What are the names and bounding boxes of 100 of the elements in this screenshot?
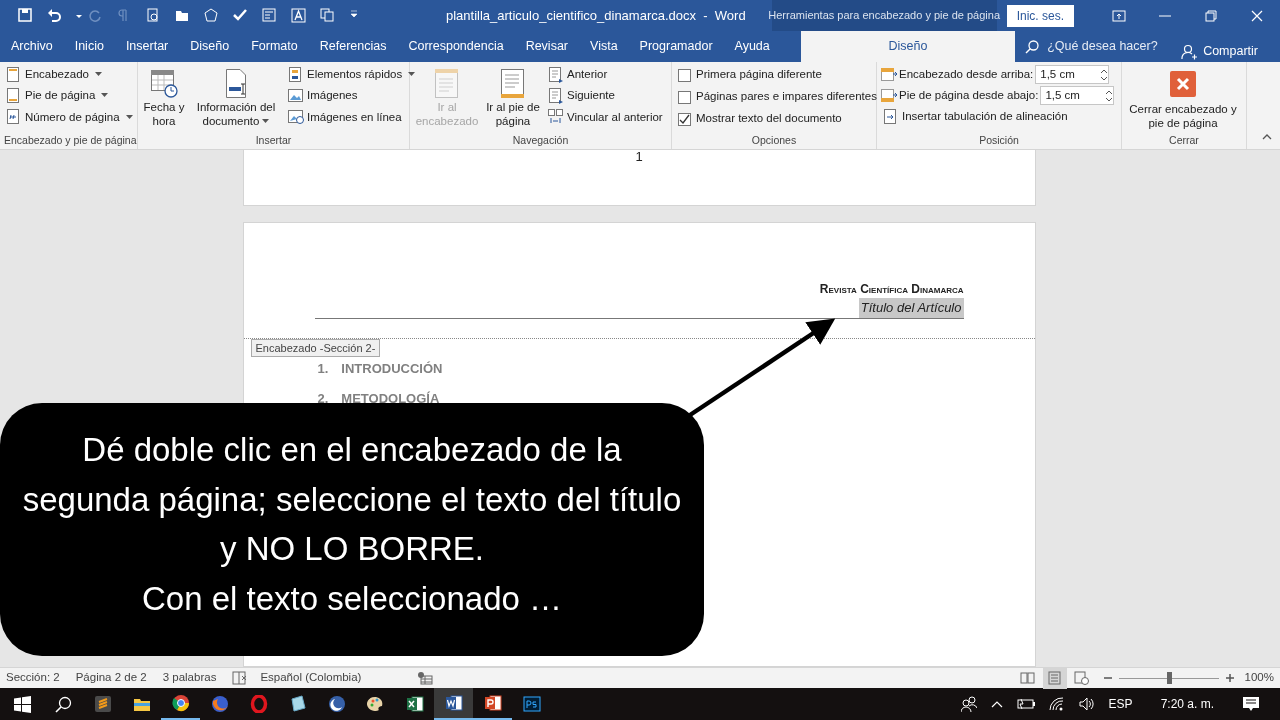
copy-icon[interactable] <box>320 8 335 23</box>
close-icon[interactable] <box>1250 8 1264 23</box>
picture-icon <box>288 87 304 104</box>
chevron-up-icon[interactable] <box>990 700 1003 708</box>
ribbon-tab[interactable]: Revisar <box>514 31 579 62</box>
header-page-icon <box>6 66 22 83</box>
checkbox-label: Primera página diferente <box>696 67 822 83</box>
search-icon <box>1025 39 1040 54</box>
online-picture-icon <box>288 109 304 126</box>
ribbon-button[interactable]: Anterior <box>546 65 665 85</box>
caret-icon[interactable] <box>262 119 270 125</box>
wifi-icon[interactable] <box>1048 697 1065 711</box>
status-item[interactable]: Sección: 2 <box>6 669 60 687</box>
ribbon-button[interactable]: Elementos rápidos <box>286 65 418 85</box>
taskbar-app-button[interactable] <box>434 688 473 720</box>
sign-in-button[interactable]: Inic. ses. <box>1006 4 1074 27</box>
ribbon-tab[interactable]: Ayuda <box>723 31 781 62</box>
pentagon-icon[interactable] <box>204 8 219 23</box>
checkbox[interactable] <box>678 68 691 82</box>
group-label: Insertar <box>254 133 293 148</box>
clock[interactable]: 7:20 a. m. <box>1160 695 1214 713</box>
article-title: Título del Artículo <box>858 298 964 318</box>
ribbon-tab[interactable]: Vista <box>579 31 629 62</box>
checkbox[interactable] <box>678 90 691 104</box>
group-label: Opciones <box>750 133 798 148</box>
notification-icon[interactable] <box>1242 696 1260 712</box>
group-label: Cerrar <box>1168 133 1200 148</box>
input-language[interactable]: ESP <box>1108 695 1133 713</box>
collapse-icon[interactable] <box>1262 133 1272 141</box>
letter-box-icon[interactable] <box>291 8 306 23</box>
zoom-level[interactable]: 100% <box>1244 669 1274 687</box>
battery-icon[interactable] <box>1016 698 1035 710</box>
list-number: 1. <box>317 360 329 379</box>
ribbon-button[interactable]: Pie de página <box>4 86 135 106</box>
share-button[interactable]: Compartir <box>1175 41 1264 62</box>
undo-icon[interactable] <box>47 8 62 23</box>
checkbox[interactable] <box>678 112 691 126</box>
ribbon-tab[interactable]: Archivo <box>0 31 64 62</box>
read-mode-icon <box>1020 671 1036 685</box>
header-position-icon <box>881 66 897 83</box>
ribbon-tab[interactable]: Insertar <box>114 31 180 62</box>
check-icon[interactable] <box>233 8 248 23</box>
close-icon <box>1170 71 1196 97</box>
ribbon-button[interactable]: Insertar tabulación de alineación <box>881 107 1115 127</box>
start-icon[interactable] <box>13 695 31 713</box>
header-section-tag: Encabezado -Sección 2- <box>250 338 381 358</box>
ribbon-button[interactable]: Siguiente <box>546 86 665 106</box>
fox-globe-icon <box>210 695 229 713</box>
callout-text: Con el texto seleccionado … <box>140 578 564 619</box>
ribbon-tab[interactable]: Correspondencia <box>397 31 515 62</box>
ribbon-tab[interactable]: Diseño <box>800 31 1016 62</box>
caret-icon[interactable] <box>101 93 109 99</box>
ribbon-tab[interactable]: Programador <box>628 31 724 62</box>
callout-text: Dé doble clic en el encabezado de la segunda página; seleccione el texto del título y NO LO BORRE. <box>21 430 683 569</box>
ribbon-tab[interactable]: Formato <box>240 31 309 62</box>
caret-icon[interactable] <box>408 72 416 78</box>
spin-field[interactable]: 1,5 cm <box>1035 65 1110 84</box>
page-number-icon <box>6 109 22 126</box>
save-icon[interactable] <box>18 8 33 23</box>
ribbon-display-icon[interactable] <box>1112 8 1126 23</box>
ribbon-large-button[interactable]: Información del documento <box>189 65 283 133</box>
footer-page-icon <box>6 87 22 104</box>
folder-icon[interactable] <box>175 8 190 23</box>
restore-icon[interactable] <box>1204 8 1218 23</box>
speaker-icon[interactable] <box>1078 697 1095 711</box>
status-item[interactable]: Página 2 de 2 <box>75 669 147 687</box>
spin-field[interactable]: 1,5 cm <box>1040 86 1115 105</box>
spreadsheet-icon <box>405 695 424 713</box>
ribbon-large-button[interactable]: Ir al pie de página <box>483 65 543 133</box>
ribbon-button[interactable]: Vincular al anterior <box>546 107 665 127</box>
proofing-icon[interactable] <box>232 671 249 685</box>
ribbon-tab[interactable]: Inicio <box>63 31 115 62</box>
presentation-icon <box>483 694 502 712</box>
search-icon[interactable] <box>55 695 72 713</box>
zoom-in-icon[interactable] <box>1224 673 1235 683</box>
print-preview-icon[interactable] <box>146 8 161 23</box>
link-pages-icon <box>548 109 564 126</box>
ribbon-large-button[interactable]: Fecha y hora <box>142 65 186 133</box>
spin-arrows-icon[interactable] <box>1100 67 1109 82</box>
ribbon-button[interactable]: Encabezado <box>4 65 135 85</box>
word-document-icon <box>444 694 463 712</box>
group-label: Navegación <box>511 133 570 148</box>
spin-label: Encabezado desde arriba: <box>899 66 1034 82</box>
ribbon-tab[interactable]: Diseño <box>179 31 241 62</box>
layout-icon[interactable] <box>262 8 277 23</box>
status-item[interactable]: Español (Colombia) <box>260 669 362 687</box>
checkbox-label: Páginas pares e impares diferentes <box>696 89 877 105</box>
status-item[interactable]: 3 palabras <box>162 669 217 687</box>
ribbon-large-button[interactable]: Cerrar encabezado y pie de página <box>1126 65 1240 133</box>
tell-me-field[interactable]: ¿Qué desea hacer? <box>1045 36 1176 57</box>
web-layout-icon <box>1074 671 1090 685</box>
palette-icon <box>366 695 385 713</box>
caret-icon[interactable] <box>94 72 102 78</box>
people-icon[interactable] <box>960 696 977 712</box>
ribbon-button[interactable]: Número de página <box>4 107 135 127</box>
ribbon-tab[interactable]: Referencias <box>308 31 398 62</box>
spin-arrows-icon[interactable] <box>1105 88 1114 103</box>
previous-page-icon <box>548 66 564 83</box>
caret-icon[interactable] <box>125 114 133 120</box>
macro-icon[interactable] <box>417 671 434 685</box>
